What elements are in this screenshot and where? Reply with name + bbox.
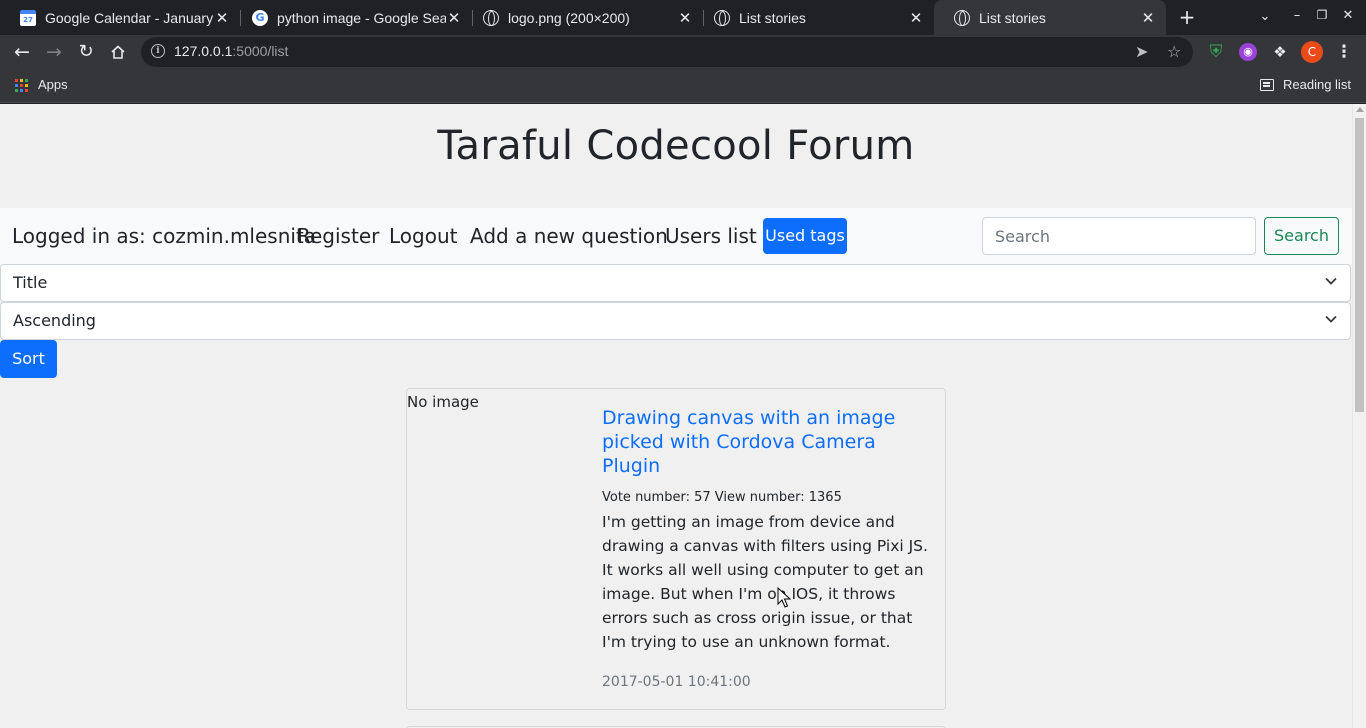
browser-tab-google-calendar[interactable]: 27 Google Calendar - January 2 ✕ [0, 0, 240, 35]
apps-grid-icon[interactable] [15, 79, 28, 92]
tab-title: List stories [739, 9, 806, 26]
bookmark-star-icon[interactable]: ☆ [1167, 42, 1181, 61]
browser-toolbar: ← → ↻ i 127.0.0.1:5000/list ➤ ☆ ⛨ ◉ ❖ C … [0, 35, 1366, 69]
page-scrollbar[interactable] [1352, 104, 1366, 728]
globe-favicon-icon [483, 9, 499, 26]
back-arrow-icon[interactable]: ← [9, 39, 35, 65]
close-window-icon[interactable]: ✕ [1338, 8, 1358, 23]
address-bar[interactable]: i 127.0.0.1:5000/list ➤ ☆ [141, 37, 1193, 67]
send-tab-icon[interactable]: ➤ [1135, 42, 1148, 61]
sort-order-select[interactable]: Ascending [0, 302, 1351, 340]
tab-strip: 27 Google Calendar - January 2 ✕ G pytho… [0, 0, 1366, 35]
mouse-pointer-icon [777, 587, 791, 608]
search-input[interactable] [982, 217, 1256, 255]
tab-search-chevron-icon[interactable]: ⌄ [1253, 6, 1277, 30]
close-tab-icon[interactable]: ✕ [214, 9, 230, 27]
reload-icon[interactable]: ↻ [73, 39, 99, 65]
google-favicon-icon: G [252, 9, 268, 26]
question-stats: Vote number: 57 View number: 1365 [602, 490, 842, 505]
chevron-down-icon [1325, 313, 1337, 323]
sort-button[interactable]: Sort [0, 340, 57, 378]
add-question-link[interactable]: Add a new question [470, 224, 668, 248]
site-info-icon[interactable]: i [151, 44, 165, 58]
sort-field-select[interactable]: Title [0, 264, 1351, 302]
scrollbar-thumb[interactable] [1355, 118, 1364, 412]
browser-tab-logo-png[interactable]: logo.png (200×200) ✕ [463, 0, 703, 35]
sort-field-value: Title [13, 273, 48, 292]
extensions-puzzle-icon[interactable]: ❖ [1271, 43, 1289, 61]
close-tab-icon[interactable]: ✕ [1140, 9, 1156, 27]
calendar-favicon-icon: 27 [20, 9, 36, 26]
tab-title: Google Calendar - January 2 [45, 9, 214, 26]
register-link[interactable]: Register [297, 224, 379, 248]
chevron-down-icon [1325, 275, 1337, 285]
minimize-window-icon[interactable]: – [1287, 8, 1307, 23]
question-date: 2017-05-01 10:41:00 [602, 674, 751, 690]
bookmarks-bar: Apps Reading list [0, 69, 1366, 103]
question-card: No image Drawing canvas with an image pi… [406, 388, 946, 710]
reading-list-button[interactable]: Reading list [1283, 77, 1351, 92]
question-title-link[interactable]: Drawing canvas with an image picked with… [602, 406, 922, 478]
apps-bookmark[interactable]: Apps [38, 77, 68, 92]
close-tab-icon[interactable]: ✕ [677, 9, 693, 27]
browser-menu-icon[interactable]: ⋮ [1335, 43, 1353, 61]
url-path: :5000/list [232, 43, 289, 59]
url-host: 127.0.0.1 [174, 43, 233, 59]
page-viewport: Taraful Codecool Forum Logged in as: coz… [0, 104, 1352, 728]
reading-list-icon[interactable] [1260, 79, 1274, 91]
browser-tab-google-search[interactable]: G python image - Google Searc ✕ [232, 0, 472, 35]
tab-title: python image - Google Searc [277, 9, 446, 26]
forward-arrow-icon[interactable]: → [41, 39, 67, 65]
logout-link[interactable]: Logout [389, 224, 457, 248]
restore-window-icon[interactable]: ❐ [1312, 8, 1332, 22]
question-body: I'm getting an image from device and dra… [602, 513, 928, 651]
new-tab-button[interactable]: + [1175, 6, 1199, 30]
globe-favicon-icon [954, 9, 970, 26]
purple-extension-icon[interactable]: ◉ [1239, 43, 1257, 61]
search-button[interactable]: Search [1264, 217, 1339, 255]
browser-tab-list-stories[interactable]: List stories ✕ [694, 0, 934, 35]
close-tab-icon[interactable]: ✕ [908, 9, 924, 27]
profile-avatar[interactable]: C [1301, 41, 1323, 63]
browser-tab-list-stories-active[interactable]: List stories ✕ [934, 0, 1166, 35]
site-title: Taraful Codecool Forum [437, 123, 915, 169]
url-text[interactable]: 127.0.0.1:5000/list [174, 43, 288, 59]
logged-in-user: Logged in as: cozmin.mlesnita [12, 224, 317, 248]
globe-favicon-icon [714, 9, 730, 26]
shield-extension-icon[interactable]: ⛨ [1207, 43, 1225, 61]
scroll-up-arrow-icon[interactable] [1356, 107, 1364, 112]
sort-order-value: Ascending [13, 311, 96, 330]
close-tab-icon[interactable]: ✕ [446, 9, 462, 27]
users-list-link[interactable]: Users list [665, 224, 757, 248]
tab-title: logo.png (200×200) [508, 9, 630, 26]
tab-title: List stories [979, 9, 1046, 26]
question-image-placeholder: No image [407, 393, 479, 411]
used-tags-button[interactable]: Used tags [763, 218, 847, 254]
home-icon[interactable] [105, 39, 131, 65]
